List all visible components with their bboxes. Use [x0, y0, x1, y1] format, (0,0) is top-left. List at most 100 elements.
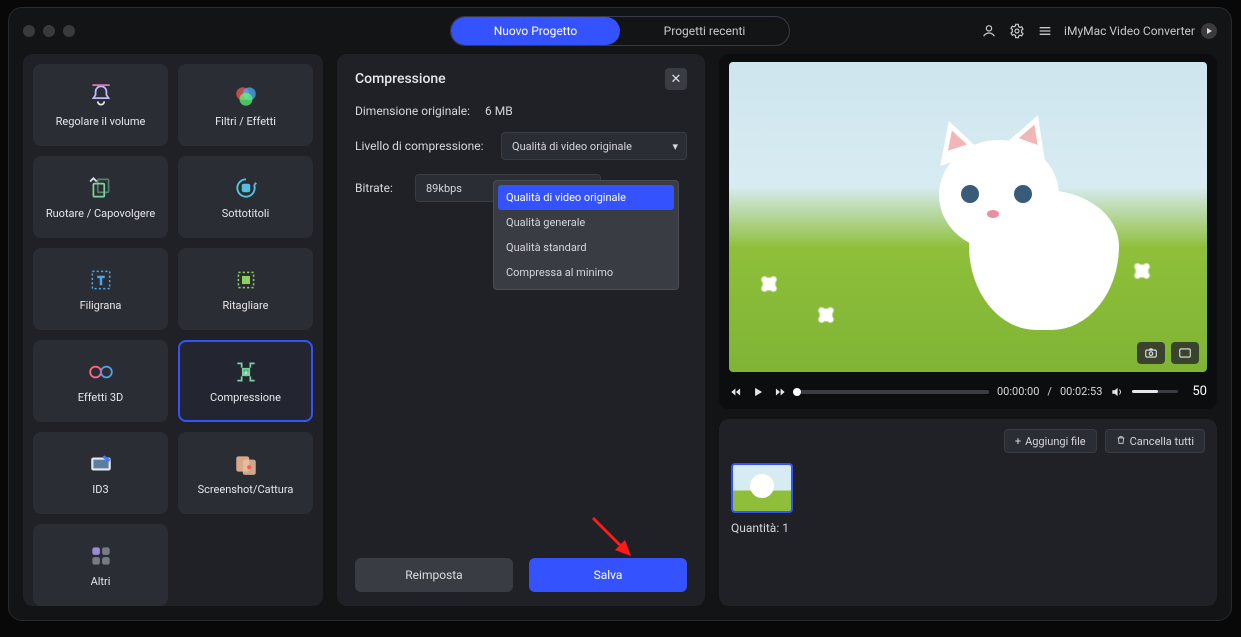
- tool-subtitles[interactable]: Sottotitoli: [178, 156, 313, 238]
- tool-label: Filtri / Effetti: [215, 115, 276, 128]
- compression-level-value: Qualità di video originale: [512, 140, 632, 153]
- volume-value: 50: [1192, 384, 1207, 399]
- delete-all-button[interactable]: Cancella tutti: [1105, 429, 1205, 453]
- tool-label: Regolare il volume: [56, 115, 146, 128]
- add-file-button[interactable]: + Aggiungi file: [1004, 429, 1097, 453]
- svg-text:T: T: [97, 274, 104, 287]
- id3-icon: [88, 451, 114, 477]
- close-window-icon[interactable]: [23, 25, 35, 37]
- row-original-size: Dimensione originale: 6 MB: [355, 104, 687, 118]
- minimize-window-icon[interactable]: [43, 25, 55, 37]
- quantity-value: 1: [782, 521, 789, 535]
- right-column: 00:00:00 / 00:02:53 50 + Aggiungi file Ca…: [719, 54, 1217, 606]
- rotate-icon: [88, 175, 114, 201]
- center-footer: Reimposta Salva: [355, 558, 687, 592]
- tools-sidebar: Regolare il volume Filtri / Effetti Ruot…: [23, 54, 323, 606]
- tool-crop[interactable]: Ritagliare: [178, 248, 313, 330]
- compression-level-label: Livello di compressione:: [355, 139, 491, 153]
- snapshot-icon[interactable]: [1137, 342, 1165, 364]
- tab-new-project[interactable]: Nuovo Progetto: [451, 17, 620, 45]
- preview-overlay-actions: [1137, 342, 1199, 364]
- play-icon[interactable]: [751, 385, 765, 399]
- center-panel: Compressione ✕ Dimensione originale: 6 M…: [337, 54, 705, 606]
- preview-image-content: [939, 130, 1149, 350]
- account-icon[interactable]: [980, 22, 998, 40]
- tool-label: Compressione: [210, 391, 281, 404]
- tool-volume[interactable]: Regolare il volume: [33, 64, 168, 146]
- file-list-actions: + Aggiungi file Cancella tutti: [731, 429, 1205, 453]
- compression-level-select[interactable]: Qualità di video originale ▾: [501, 132, 687, 160]
- tool-label: Screenshot/Cattura: [198, 483, 294, 496]
- tool-rotate[interactable]: Ruotare / Capovolgere: [33, 156, 168, 238]
- volume-icon[interactable]: [1110, 385, 1124, 399]
- 3d-icon: [88, 359, 114, 385]
- video-preview[interactable]: [729, 62, 1207, 372]
- tools-grid: Regolare il volume Filtri / Effetti Ruot…: [33, 64, 313, 606]
- dropdown-option[interactable]: Qualità di video originale: [498, 185, 674, 210]
- tool-watermark[interactable]: T Filigrana: [33, 248, 168, 330]
- timeline-slider[interactable]: [795, 390, 989, 394]
- delete-all-label: Cancella tutti: [1130, 435, 1194, 448]
- time-total: 00:02:53: [1060, 385, 1102, 398]
- more-icon: [88, 543, 114, 569]
- skip-forward-icon[interactable]: [773, 385, 787, 399]
- header-actions: iMyMac Video Converter: [980, 22, 1217, 40]
- tool-filters[interactable]: Filtri / Effetti: [178, 64, 313, 146]
- app-title: iMyMac Video Converter: [1064, 23, 1217, 39]
- original-size-label: Dimensione originale:: [355, 104, 475, 118]
- filters-icon: [233, 83, 259, 109]
- volume-slider[interactable]: [1132, 390, 1178, 393]
- chevron-down-icon: ▾: [672, 140, 678, 153]
- trash-icon: [1116, 435, 1126, 448]
- tool-3d[interactable]: Effetti 3D: [33, 340, 168, 422]
- tool-capture[interactable]: Screenshot/Cattura: [178, 432, 313, 514]
- tool-compression[interactable]: Compressione: [178, 340, 313, 422]
- bitrate-value: 89kbps: [426, 182, 462, 195]
- tool-label: Filigrana: [80, 299, 122, 312]
- playback-controls: 00:00:00 / 00:02:53 50: [729, 384, 1207, 399]
- titlebar: Nuovo Progetto Progetti recenti iMyMac V…: [9, 8, 1231, 54]
- reset-button[interactable]: Reimposta: [355, 558, 513, 592]
- skip-back-icon[interactable]: [729, 385, 743, 399]
- crop-icon: [233, 267, 259, 293]
- compress-icon: [233, 359, 259, 385]
- file-thumbnail[interactable]: [731, 463, 793, 513]
- dropdown-option[interactable]: Qualità generale: [498, 210, 674, 235]
- dropdown-option[interactable]: Qualità standard: [498, 235, 674, 260]
- subtitles-icon: [233, 175, 259, 201]
- tool-more[interactable]: Altri: [33, 524, 168, 606]
- play-title-icon: [1201, 23, 1217, 39]
- menu-icon[interactable]: [1036, 22, 1054, 40]
- preview-panel: 00:00:00 / 00:02:53 50: [719, 54, 1217, 409]
- app-title-text: iMyMac Video Converter: [1064, 24, 1195, 38]
- time-current: 00:00:00: [997, 385, 1039, 398]
- tool-label: ID3: [92, 483, 108, 496]
- settings-icon[interactable]: [1008, 22, 1026, 40]
- close-panel-icon[interactable]: ✕: [665, 68, 687, 90]
- app-window: Nuovo Progetto Progetti recenti iMyMac V…: [8, 7, 1232, 621]
- row-compression-level: Livello di compressione: Qualità di vide…: [355, 132, 687, 160]
- time-sep: /: [1047, 385, 1052, 398]
- arrow-annotation-icon: [587, 512, 637, 562]
- tab-recent-projects[interactable]: Progetti recenti: [620, 17, 789, 45]
- bitrate-label: Bitrate:: [355, 181, 401, 195]
- original-size-value: 6 MB: [485, 104, 513, 118]
- volume-bell-icon: [88, 83, 114, 109]
- center-header: Compressione ✕: [355, 68, 687, 90]
- fullscreen-icon[interactable]: [1171, 342, 1199, 364]
- tool-label: Ruotare / Capovolgere: [46, 207, 155, 220]
- quantity-label: Quantità:: [731, 521, 779, 535]
- watermark-icon: T: [88, 267, 114, 293]
- traffic-lights: [23, 25, 75, 37]
- tool-id3[interactable]: ID3: [33, 432, 168, 514]
- dropdown-option[interactable]: Compressa al minimo: [498, 260, 674, 285]
- save-button[interactable]: Salva: [529, 558, 687, 592]
- maximize-window-icon[interactable]: [63, 25, 75, 37]
- plus-icon: +: [1015, 435, 1021, 448]
- compression-level-dropdown: Qualità di video originale Qualità gener…: [493, 180, 679, 290]
- panel-title: Compressione: [355, 71, 446, 87]
- capture-icon: [233, 451, 259, 477]
- file-list-panel: +Aggiungi file Cancella tutti Quantità: …: [719, 419, 1217, 606]
- add-file-label: Aggiungi file: [1025, 435, 1086, 448]
- main-body: Regolare il volume Filtri / Effetti Ruot…: [9, 54, 1231, 620]
